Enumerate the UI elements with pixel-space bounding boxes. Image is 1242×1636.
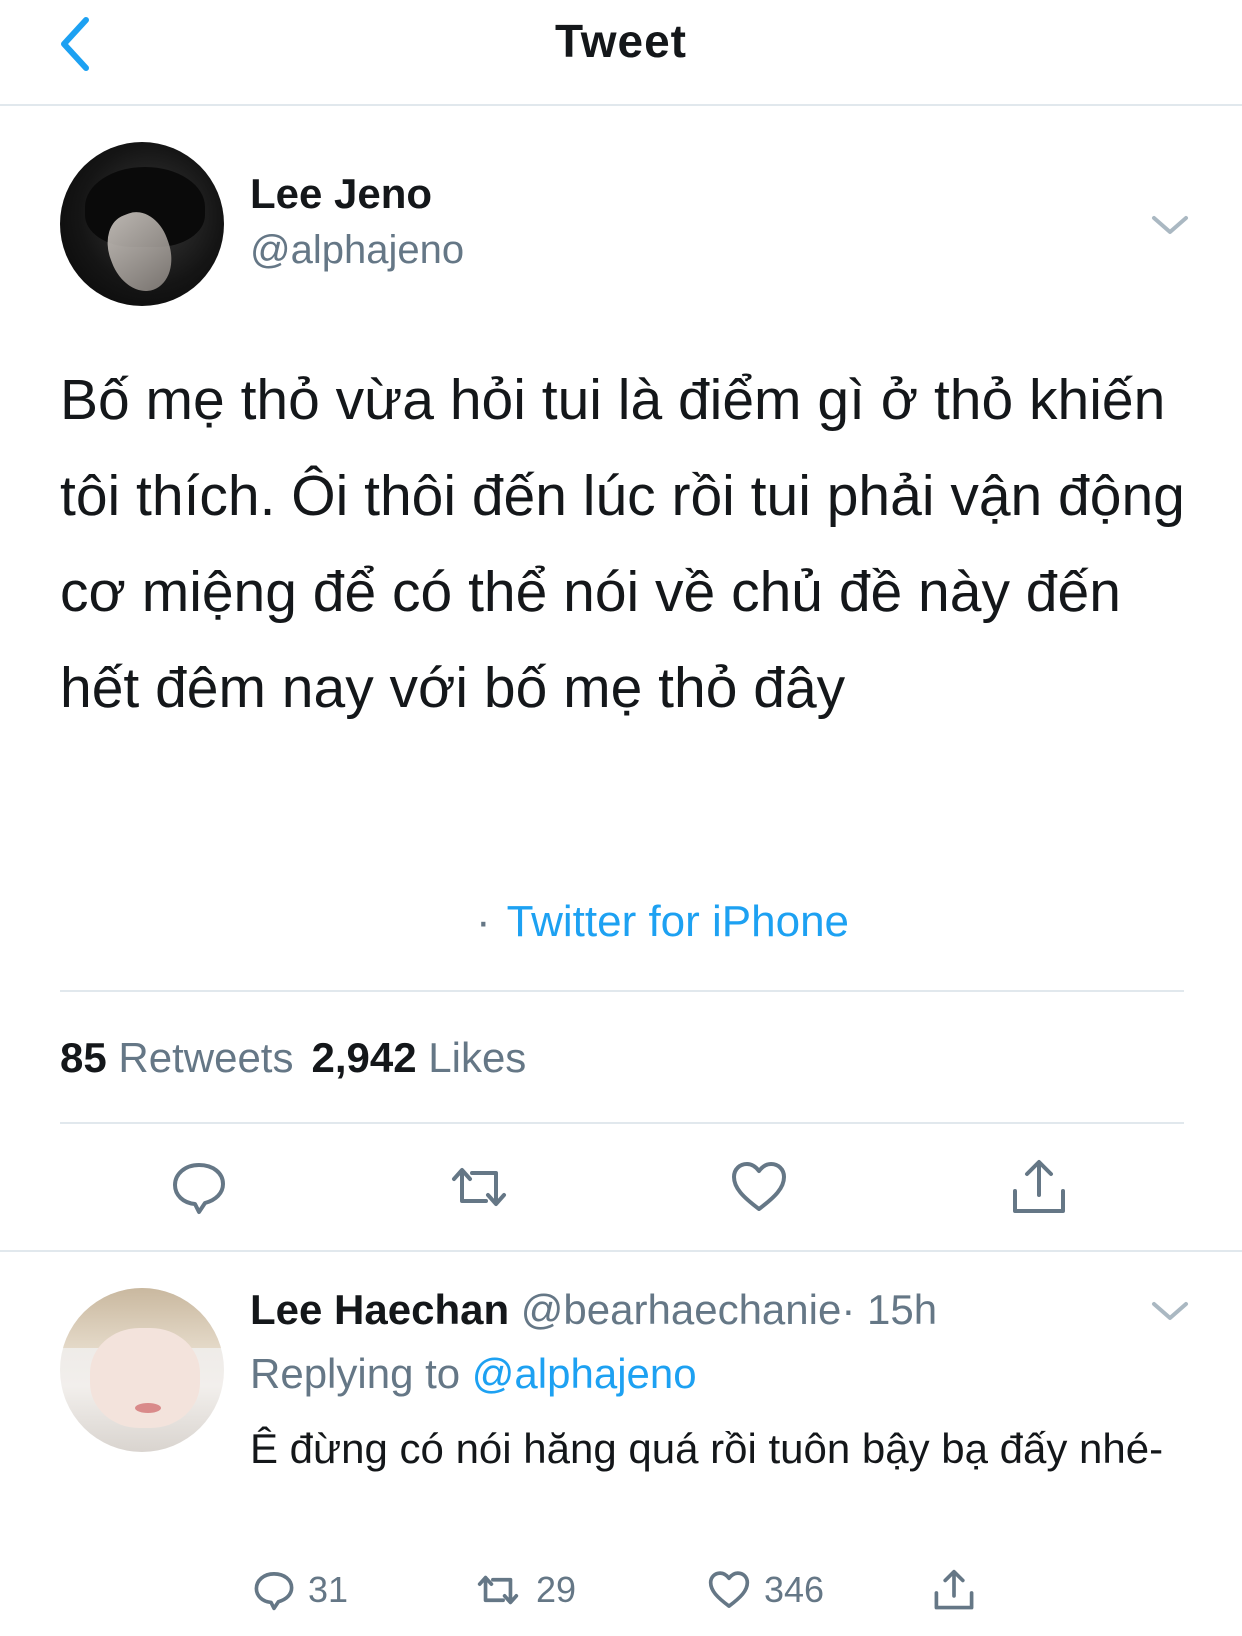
reply-author-avatar[interactable]: [60, 1288, 224, 1452]
reply-icon: [173, 1163, 225, 1214]
reply-like-button[interactable]: 346: [706, 1560, 824, 1620]
chevron-down-icon: [1152, 1302, 1188, 1320]
divider: [60, 990, 1184, 992]
navigation-bar: Tweet: [0, 0, 1242, 106]
share-icon: [934, 1569, 974, 1610]
reply-header: Lee Haechan @bearhaechanie· 15h: [250, 1286, 937, 1334]
reply-reply-button[interactable]: 31: [252, 1560, 348, 1620]
reply-share-button[interactable]: [932, 1560, 976, 1620]
reply-likes-count: 346: [764, 1569, 825, 1610]
chevron-down-icon: [1152, 216, 1188, 234]
reply-retweet-button[interactable]: 29: [472, 1560, 576, 1620]
reply-text: Ê đừng có nói hăng quá rồi tuôn bậy bạ đ…: [250, 1425, 1164, 1472]
reply-retweets-count: 29: [536, 1569, 577, 1610]
replying-to-label: Replying to: [250, 1350, 461, 1397]
reply-replies-count: 31: [308, 1569, 349, 1610]
author-handle[interactable]: @alphajeno: [250, 228, 464, 273]
reply-author-name[interactable]: Lee Haechan: [250, 1286, 509, 1333]
reply-icon: [254, 1572, 294, 1611]
retweet-icon: [477, 1575, 519, 1605]
section-divider: [0, 1250, 1242, 1252]
share-button[interactable]: [1004, 1152, 1074, 1222]
likes-count[interactable]: 2,942: [311, 1034, 416, 1081]
retweets-count[interactable]: 85: [60, 1034, 107, 1081]
divider: [60, 1122, 1184, 1124]
avatar-lips: [135, 1403, 161, 1413]
retweets-label[interactable]: Retweets: [118, 1034, 293, 1081]
author-avatar[interactable]: [60, 142, 224, 306]
author-name[interactable]: Lee Jeno: [250, 170, 432, 218]
reply-button[interactable]: [164, 1152, 234, 1222]
like-icon: [732, 1162, 786, 1211]
share-icon: [1013, 1160, 1065, 1213]
replying-to: Replying to @alphajeno: [250, 1350, 697, 1398]
source-link[interactable]: Twitter for iPhone: [507, 897, 849, 946]
engagement-stats: 85 Retweets 2,942 Likes: [60, 1034, 526, 1082]
replying-to-mention[interactable]: @alphajeno: [472, 1350, 697, 1397]
like-button[interactable]: [724, 1152, 794, 1222]
retweet-button[interactable]: [444, 1152, 514, 1222]
likes-label[interactable]: Likes: [428, 1034, 526, 1081]
reply-options-button[interactable]: [1150, 1296, 1190, 1326]
reply-author-handle[interactable]: @bearhaechanie: [521, 1286, 842, 1333]
reply-time: · 15h: [841, 1286, 938, 1333]
retweet-icon: [452, 1168, 506, 1206]
page-title: Tweet: [555, 15, 687, 67]
avatar-face: [90, 1328, 200, 1428]
tweet-text: Bố mẹ thỏ vừa hỏi tui là điểm gì ở thỏ k…: [60, 368, 1185, 720]
source-separator: ·: [476, 897, 491, 946]
tweet-source: · Twitter for iPhone: [476, 897, 849, 947]
tweet-options-button[interactable]: [1150, 210, 1190, 240]
like-icon: [708, 1571, 750, 1608]
